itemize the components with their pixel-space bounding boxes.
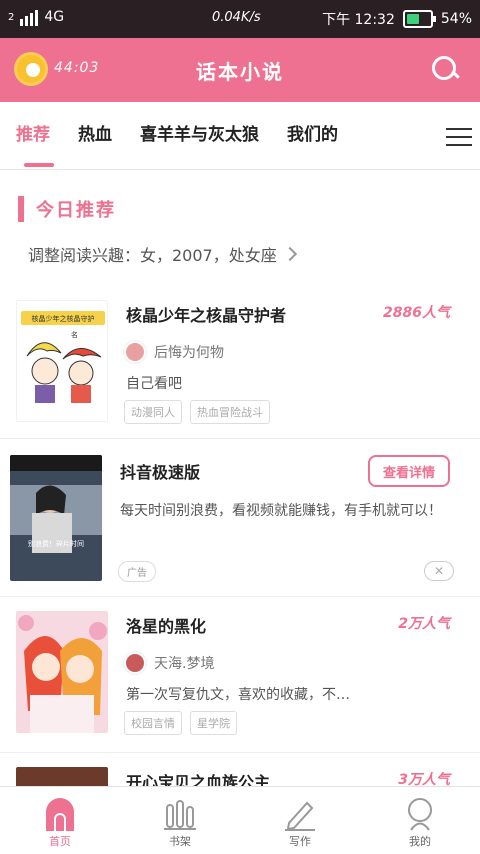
category-tabs: 推荐 热血 喜羊羊与灰太狼 我们的 bbox=[0, 102, 480, 170]
section-accent-bar bbox=[18, 196, 24, 222]
menu-icon[interactable] bbox=[446, 124, 472, 148]
book-title[interactable]: 核晶少年之核晶守护者 bbox=[126, 302, 286, 326]
ad-cover-text: 别浪费！碎片时间 bbox=[28, 539, 84, 548]
app-title: 话本小说 bbox=[196, 60, 284, 84]
book-desc: 第一次写复仇文，喜欢的收藏，不… bbox=[126, 687, 350, 703]
tag[interactable]: 热血冒险战斗 bbox=[190, 400, 270, 424]
book-title[interactable]: 开心宝贝之血族公主 bbox=[126, 769, 270, 786]
status-bar: 2 4G 0.04K/s 下午 12:32 54% bbox=[0, 0, 480, 38]
reading-prefs-text: 调整阅读兴趣：女，2007，处女座 bbox=[28, 246, 277, 265]
book-cover-art bbox=[16, 611, 108, 733]
book-cover: 核晶少年之核晶守护 名 bbox=[16, 300, 108, 422]
ad-cover-art: 别浪费！碎片时间 bbox=[10, 455, 102, 581]
chevron-right-icon bbox=[282, 246, 297, 262]
tab-ours[interactable]: 我们的 bbox=[273, 102, 352, 170]
ad-cover: 别浪费！碎片时间 bbox=[10, 455, 102, 581]
book-title[interactable]: 洛星的黑化 bbox=[126, 613, 206, 637]
battery-icon bbox=[402, 10, 436, 28]
book-author[interactable]: 后悔为何物 bbox=[124, 341, 224, 363]
close-icon[interactable]: ✕ bbox=[424, 561, 454, 581]
book-popularity: 3万人气 bbox=[398, 772, 450, 786]
book-item[interactable]: 核晶少年之核晶守护 名 核晶少年之核晶守护者 2886人气 后悔为何物 自己看吧… bbox=[0, 286, 480, 438]
book-tags: 动漫同人 热血冒险战斗 bbox=[124, 400, 270, 424]
book-popularity: 2万人气 bbox=[398, 616, 450, 632]
search-icon[interactable] bbox=[432, 56, 460, 84]
view-details-button[interactable]: 查看详情 bbox=[368, 455, 450, 487]
cover-text: 核晶少年之核晶守护 bbox=[32, 314, 95, 323]
app-header: 44:03 话本小说 bbox=[0, 38, 480, 102]
cover-mark: 名 bbox=[71, 330, 78, 339]
bookshelf-icon bbox=[164, 800, 196, 830]
nav-bookshelf[interactable]: 书架 bbox=[120, 787, 240, 854]
tag[interactable]: 校园言情 bbox=[124, 711, 182, 735]
author-name: 后悔为何物 bbox=[154, 345, 224, 361]
nav-label: 写作 bbox=[289, 835, 311, 848]
book-item[interactable]: 洛星的黑化 2万人气 天海.梦境 第一次写复仇文，喜欢的收藏，不… 校园言情 星… bbox=[0, 596, 480, 752]
tab-recommend[interactable]: 推荐 bbox=[0, 102, 64, 170]
nav-profile[interactable]: 我的 bbox=[360, 787, 480, 854]
network-label: 4G bbox=[44, 9, 65, 25]
home-icon bbox=[46, 798, 74, 831]
author-avatar bbox=[124, 652, 146, 674]
book-popularity: 2886人气 bbox=[383, 305, 450, 321]
profile-icon bbox=[408, 798, 432, 831]
ad-item[interactable]: 别浪费！碎片时间 抖音极速版 查看详情 每天时间别浪费，看视频就能赚钱，有手机就… bbox=[0, 438, 480, 596]
ad-desc: 每天时间别浪费，看视频就能赚钱，有手机就可以！ bbox=[120, 503, 442, 519]
pencil-icon bbox=[285, 801, 315, 831]
nav-home[interactable]: 首页 bbox=[0, 787, 120, 854]
tab-pleasant-goat[interactable]: 喜羊羊与灰太狼 bbox=[126, 102, 273, 170]
sim-label: 2 bbox=[8, 11, 15, 23]
nav-label: 首页 bbox=[49, 835, 71, 848]
status-time: 下午 12:32 bbox=[322, 12, 395, 28]
book-item[interactable]: 开心宝贝之血族公主 3万人气 bbox=[0, 752, 480, 786]
book-desc: 自己看吧 bbox=[126, 376, 182, 392]
tag[interactable]: 星学院 bbox=[190, 711, 237, 735]
book-cover bbox=[16, 767, 108, 786]
nav-write[interactable]: 写作 bbox=[240, 787, 360, 854]
book-tags: 校园言情 星学院 bbox=[124, 711, 237, 735]
book-cover bbox=[16, 611, 108, 733]
ad-label: 广告 bbox=[118, 561, 156, 582]
book-author[interactable]: 天海.梦境 bbox=[124, 652, 214, 674]
battery-percent: 54% bbox=[440, 11, 472, 27]
network-speed: 0.04K/s bbox=[212, 10, 261, 25]
bottom-nav: 首页 书架 写作 我的 bbox=[0, 786, 480, 854]
author-name: 天海.梦境 bbox=[154, 656, 215, 672]
book-cover-art: 核晶少年之核晶守护 名 bbox=[21, 311, 105, 403]
ad-title[interactable]: 抖音极速版 bbox=[120, 459, 200, 483]
section-heading: 今日推荐 bbox=[18, 196, 116, 222]
reading-prefs-link[interactable]: 调整阅读兴趣：女，2007，处女座 bbox=[28, 242, 297, 266]
tag[interactable]: 动漫同人 bbox=[124, 400, 182, 424]
nav-label: 书架 bbox=[169, 835, 191, 848]
nav-label: 我的 bbox=[409, 835, 431, 848]
tab-hot-blood[interactable]: 热血 bbox=[64, 102, 126, 170]
signal-icon bbox=[20, 8, 39, 26]
author-avatar bbox=[124, 341, 146, 363]
section-title: 今日推荐 bbox=[36, 200, 116, 221]
